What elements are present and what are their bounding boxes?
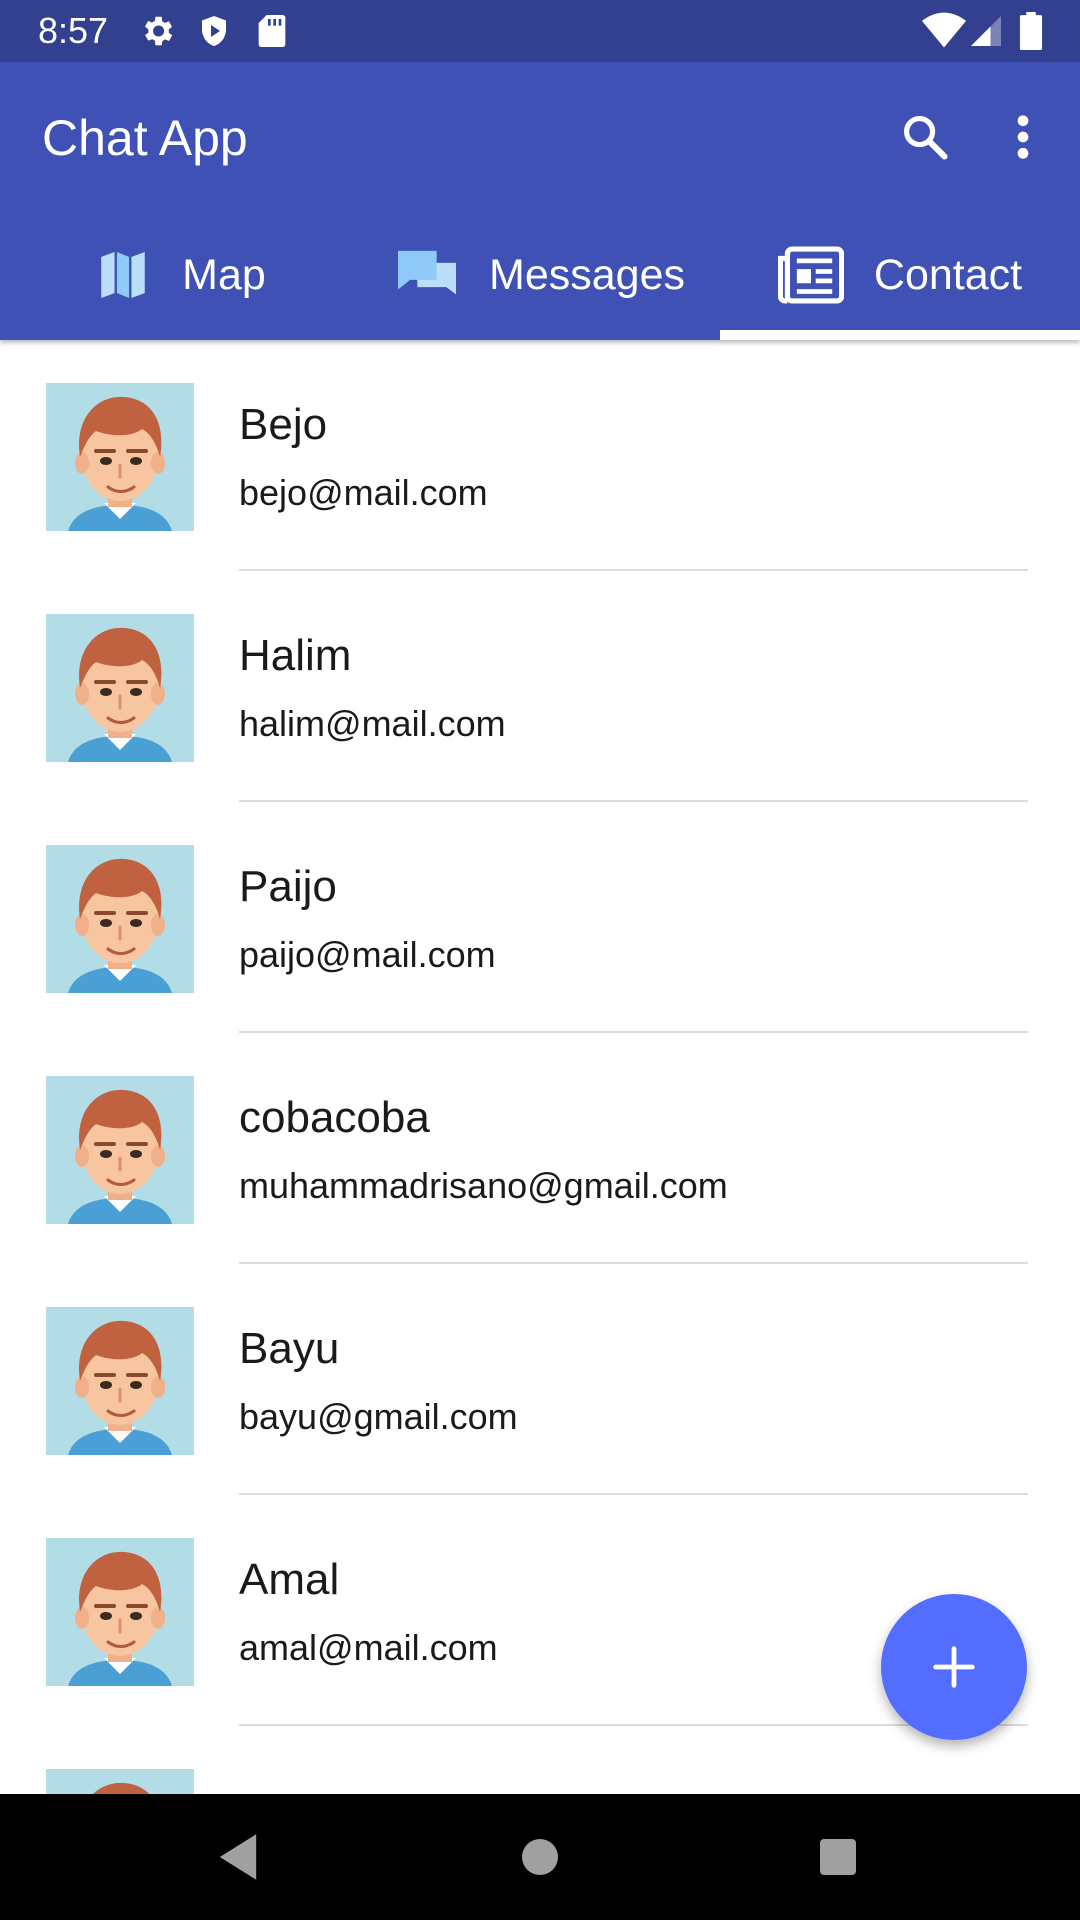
avatar: [46, 1076, 194, 1224]
tab-bar: Map Messages Contact: [0, 210, 1080, 340]
contact-list[interactable]: Bejo bejo@mail.com Halim halim@mail.com: [0, 340, 1080, 1794]
shield-play-icon: [202, 16, 226, 46]
tab-map[interactable]: Map: [0, 210, 360, 340]
add-contact-button[interactable]: [881, 1594, 1027, 1740]
gear-icon: [144, 16, 173, 46]
plus-icon: [933, 1646, 975, 1688]
status-bar: 8:57: [0, 0, 1080, 62]
tab-label: Contact: [873, 251, 1023, 299]
app-title: Chat App: [42, 110, 248, 166]
status-time: 8:57: [38, 10, 109, 51]
contact-email: bayu@gmail.com: [239, 1396, 518, 1437]
avatar: [46, 614, 194, 762]
chat-icon: [398, 250, 456, 295]
back-button[interactable]: [203, 1822, 273, 1892]
tab-messages[interactable]: Messages: [360, 210, 720, 340]
sd-card-icon: [258, 15, 286, 47]
contact-name: Halim: [239, 631, 352, 680]
map-icon: [101, 252, 145, 298]
avatar-illustration: [46, 1076, 194, 1224]
app-bar: Chat App: [0, 62, 1080, 210]
search-icon: [903, 115, 948, 160]
contact-name: cobacoba: [239, 1093, 430, 1142]
tab-label: Map: [182, 251, 266, 299]
avatar-illustration: [46, 1307, 194, 1455]
avatar-illustration: [46, 845, 194, 993]
avatar-illustration: [46, 383, 194, 531]
contact-email: muhammadrisano@gmail.com: [239, 1165, 728, 1206]
search-button[interactable]: [880, 92, 970, 182]
recents-button[interactable]: [803, 1822, 873, 1892]
home-icon: [522, 1839, 558, 1875]
contact-item[interactable]: Bejo bejo@mail.com: [0, 340, 1080, 571]
avatar: [46, 845, 194, 993]
navigation-bar: [0, 1794, 1080, 1920]
contact-email: paijo@mail.com: [239, 934, 496, 975]
contact-name: Amal: [239, 1555, 340, 1604]
signal-icon: [971, 16, 1001, 46]
overflow-menu-button[interactable]: [978, 92, 1068, 182]
overflow-menu-icon: [1017, 115, 1029, 159]
battery-icon: [1019, 12, 1043, 50]
avatar: [46, 383, 194, 531]
contact-item[interactable]: [0, 1726, 1080, 1794]
avatar-illustration: [46, 1538, 194, 1686]
avatar: [46, 1538, 194, 1686]
avatar: [46, 1307, 194, 1455]
contact-email: halim@mail.com: [239, 703, 506, 744]
tab-contact[interactable]: Contact: [720, 210, 1080, 340]
contact-card-icon: [777, 246, 844, 304]
avatar: [46, 1769, 194, 1794]
home-button[interactable]: [505, 1822, 575, 1892]
contact-item[interactable]: Paijo paijo@mail.com: [0, 802, 1080, 1033]
contact-name: Bayu: [239, 1324, 340, 1373]
wifi-icon: [922, 12, 966, 48]
tab-label: Messages: [489, 251, 685, 299]
avatar-illustration: [46, 1769, 194, 1794]
contact-item[interactable]: Bayu bayu@gmail.com: [0, 1264, 1080, 1495]
contact-name: Paijo: [239, 862, 337, 911]
tab-indicator: [720, 330, 1080, 340]
contact-item[interactable]: Halim halim@mail.com: [0, 571, 1080, 802]
contact-item[interactable]: cobacoba muhammadrisano@gmail.com: [0, 1033, 1080, 1264]
avatar-illustration: [46, 614, 194, 762]
recents-icon: [820, 1839, 856, 1875]
contact-email: bejo@mail.com: [239, 472, 488, 513]
contact-name: Bejo: [239, 400, 328, 449]
back-icon: [219, 1834, 257, 1880]
contact-email: amal@mail.com: [239, 1627, 498, 1668]
